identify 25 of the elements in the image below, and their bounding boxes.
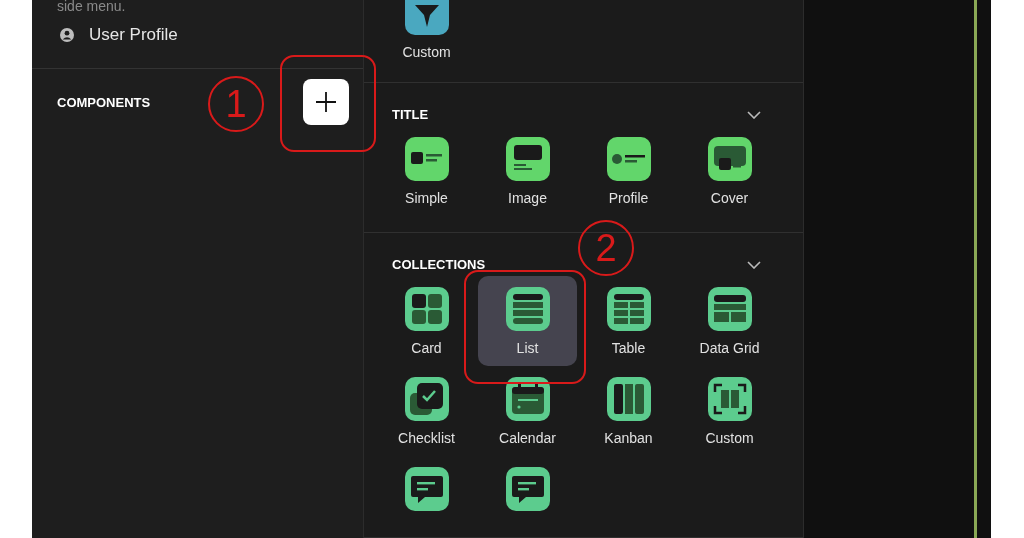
user-icon — [60, 28, 74, 42]
component-item[interactable]: Data Grid — [679, 276, 780, 366]
component-item[interactable]: Custom — [376, 0, 477, 70]
step-number: 2 — [578, 220, 634, 276]
component-item[interactable]: Cover — [679, 126, 780, 216]
component-item[interactable]: List — [478, 276, 577, 366]
component-item[interactable]: Kanban — [578, 366, 679, 456]
chevron-icon[interactable] — [747, 110, 761, 119]
component-item[interactable]: Image — [477, 126, 578, 216]
component-item[interactable]: Table — [578, 276, 679, 366]
chevron-icon[interactable] — [747, 260, 761, 269]
component-item[interactable]: Simple — [376, 126, 477, 216]
sidebar-item[interactable]: User Profile — [60, 25, 178, 45]
plus-icon — [314, 90, 338, 114]
step-number: 1 — [208, 76, 264, 132]
section-title: COMPONENTS — [57, 94, 151, 110]
section-title: COLLECTIONS — [392, 257, 486, 272]
component-item[interactable]: Calendar — [477, 366, 578, 456]
component-item[interactable]: Profile — [578, 126, 679, 216]
component-item[interactable]: Custom — [679, 366, 780, 456]
component-item[interactable]: Card — [376, 276, 477, 366]
add-button[interactable] — [303, 79, 349, 125]
section-title: TITLE — [392, 107, 429, 122]
description-text: side menu. — [57, 0, 126, 15]
component-item[interactable]: Checklist — [376, 366, 477, 456]
